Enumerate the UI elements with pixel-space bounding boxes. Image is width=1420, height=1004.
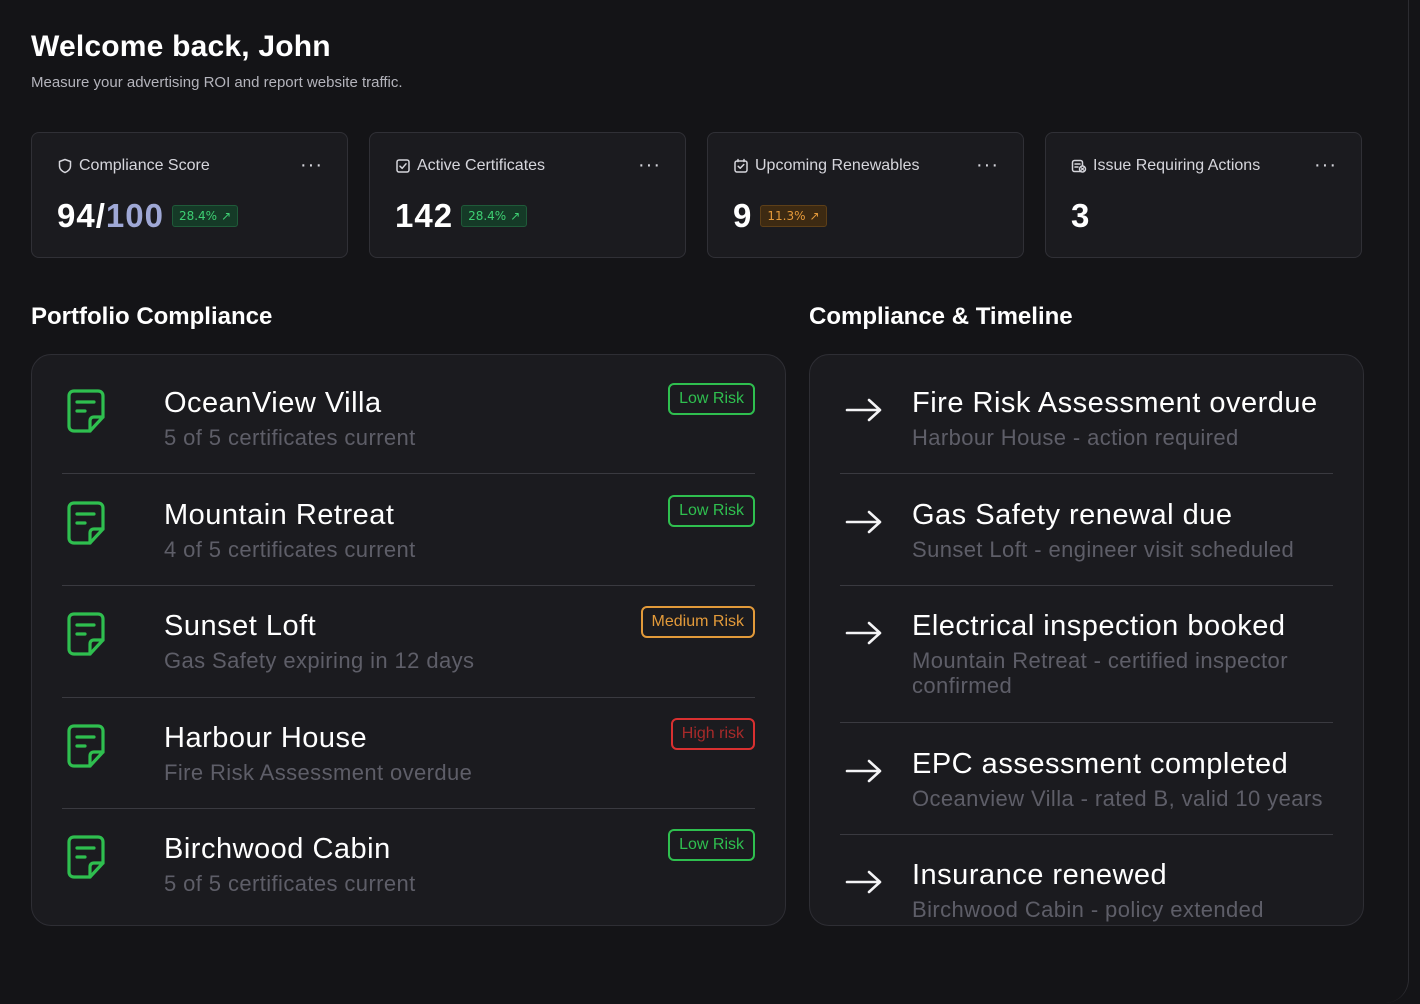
change-badge: 28.4% ↗ — [461, 205, 528, 227]
property-row[interactable]: OceanView Villa 5 of 5 certificates curr… — [62, 383, 755, 457]
timeline-detail: Oceanview Villa - rated B, valid 10 year… — [912, 786, 1323, 811]
timeline-title: Electrical inspection booked — [912, 610, 1286, 642]
more-options-button[interactable]: ··· — [638, 155, 661, 175]
more-options-button[interactable]: ··· — [300, 155, 323, 175]
stat-value: 9 — [733, 197, 753, 234]
arrow-right-icon — [845, 398, 882, 422]
arrow-right-icon — [845, 870, 882, 894]
timeline-detail: Mountain Retreat - certified inspector c… — [912, 648, 1288, 698]
risk-badge: High risk — [670, 718, 755, 750]
divider — [62, 697, 755, 698]
timeline-detail: Birchwood Cabin - policy extended — [912, 897, 1264, 922]
property-name: Mountain Retreat — [164, 499, 395, 531]
arrow-right-icon — [845, 759, 882, 783]
document-icon — [67, 724, 105, 768]
risk-badge: Low Risk — [668, 829, 755, 861]
stat-card-upcoming-renewables: Upcoming Renewables ··· 9 11.3% ↗ — [707, 132, 1024, 258]
risk-badge: Medium Risk — [640, 606, 755, 638]
divider — [62, 808, 755, 809]
more-options-button[interactable]: ··· — [976, 155, 999, 175]
stat-value: 3 — [1071, 197, 1091, 234]
divider — [840, 722, 1333, 723]
property-row[interactable]: Sunset Loft Gas Safety expiring in 12 da… — [62, 606, 755, 680]
timeline-title: Insurance renewed — [912, 859, 1168, 891]
alert-document-icon — [1071, 159, 1087, 173]
stat-value: 142 — [395, 197, 454, 234]
property-status: Fire Risk Assessment overdue — [164, 760, 473, 785]
stat-card-active-certificates: Active Certificates ··· 142 28.4% ↗ — [369, 132, 686, 258]
timeline-detail: Harbour House - action required — [912, 425, 1239, 450]
divider — [840, 585, 1333, 586]
stat-label: Issue Requiring Actions — [1093, 157, 1261, 174]
page-subtitle: Measure your advertising ROI and report … — [31, 74, 403, 91]
timeline-item[interactable]: Gas Safety renewal due Sunset Loft - eng… — [840, 499, 1333, 569]
arrow-right-icon — [845, 621, 882, 645]
timeline-section-title: Compliance & Timeline — [809, 303, 1073, 330]
property-name: Harbour House — [164, 722, 368, 754]
property-status: 5 of 5 certificates current — [164, 425, 416, 450]
document-icon — [67, 501, 105, 545]
stat-label: Upcoming Renewables — [755, 157, 920, 174]
timeline-title: EPC assessment completed — [912, 748, 1289, 780]
timeline-title: Gas Safety renewal due — [912, 499, 1233, 531]
stat-value-max: 100 — [105, 197, 164, 234]
property-name: Sunset Loft — [164, 610, 317, 642]
property-row[interactable]: Birchwood Cabin 5 of 5 certificates curr… — [62, 829, 755, 903]
arrow-right-icon — [845, 510, 882, 534]
property-row[interactable]: Mountain Retreat 4 of 5 certificates cur… — [62, 495, 755, 569]
document-icon — [67, 389, 105, 433]
more-options-button[interactable]: ··· — [1314, 155, 1337, 175]
stat-label: Compliance Score — [79, 157, 210, 174]
property-status: 5 of 5 certificates current — [164, 871, 416, 896]
timeline-panel: Fire Risk Assessment overdue Harbour Hou… — [809, 354, 1364, 926]
change-badge: 11.3% ↗ — [760, 205, 827, 227]
stat-card-compliance-score: Compliance Score ··· 94/100 28.4% ↗ — [31, 132, 348, 258]
shield-icon — [58, 158, 72, 174]
portfolio-panel: OceanView Villa 5 of 5 certificates curr… — [31, 354, 786, 926]
calendar-check-icon — [734, 158, 748, 173]
divider — [840, 473, 1333, 474]
change-badge: 28.4% ↗ — [171, 205, 239, 227]
timeline-item[interactable]: Insurance renewed Birchwood Cabin - poli… — [840, 859, 1333, 925]
arrow-up-right-icon: ↗ — [510, 209, 521, 223]
arrow-up-right-icon: ↗ — [221, 209, 232, 223]
risk-badge: Low Risk — [668, 383, 755, 415]
risk-badge: Low Risk — [668, 495, 755, 527]
property-status: 4 of 5 certificates current — [164, 537, 416, 562]
checkbox-icon — [396, 159, 410, 173]
app-frame: Welcome back, John Measure your advertis… — [0, 0, 1409, 1003]
property-name: Birchwood Cabin — [164, 833, 391, 865]
divider — [62, 585, 755, 586]
portfolio-section-title: Portfolio Compliance — [31, 303, 273, 330]
page-title: Welcome back, John — [31, 30, 331, 63]
divider — [62, 473, 755, 474]
document-icon — [67, 835, 105, 879]
document-icon — [67, 612, 105, 656]
stat-card-issues: Issue Requiring Actions ··· 3 — [1045, 132, 1362, 258]
timeline-item[interactable]: Fire Risk Assessment overdue Harbour Hou… — [840, 387, 1333, 457]
timeline-item[interactable]: Electrical inspection booked Mountain Re… — [840, 610, 1333, 705]
property-status: Gas Safety expiring in 12 days — [164, 648, 475, 673]
timeline-detail: Sunset Loft - engineer visit scheduled — [912, 537, 1295, 562]
arrow-up-right-icon: ↗ — [809, 209, 820, 223]
timeline-title: Fire Risk Assessment overdue — [912, 387, 1318, 419]
property-row[interactable]: Harbour House Fire Risk Assessment overd… — [62, 718, 755, 792]
stat-value: 94/100 — [57, 197, 164, 234]
stat-label: Active Certificates — [417, 157, 546, 174]
divider — [840, 834, 1333, 835]
timeline-item[interactable]: EPC assessment completed Oceanview Villa… — [840, 748, 1333, 818]
property-name: OceanView Villa — [164, 387, 382, 419]
